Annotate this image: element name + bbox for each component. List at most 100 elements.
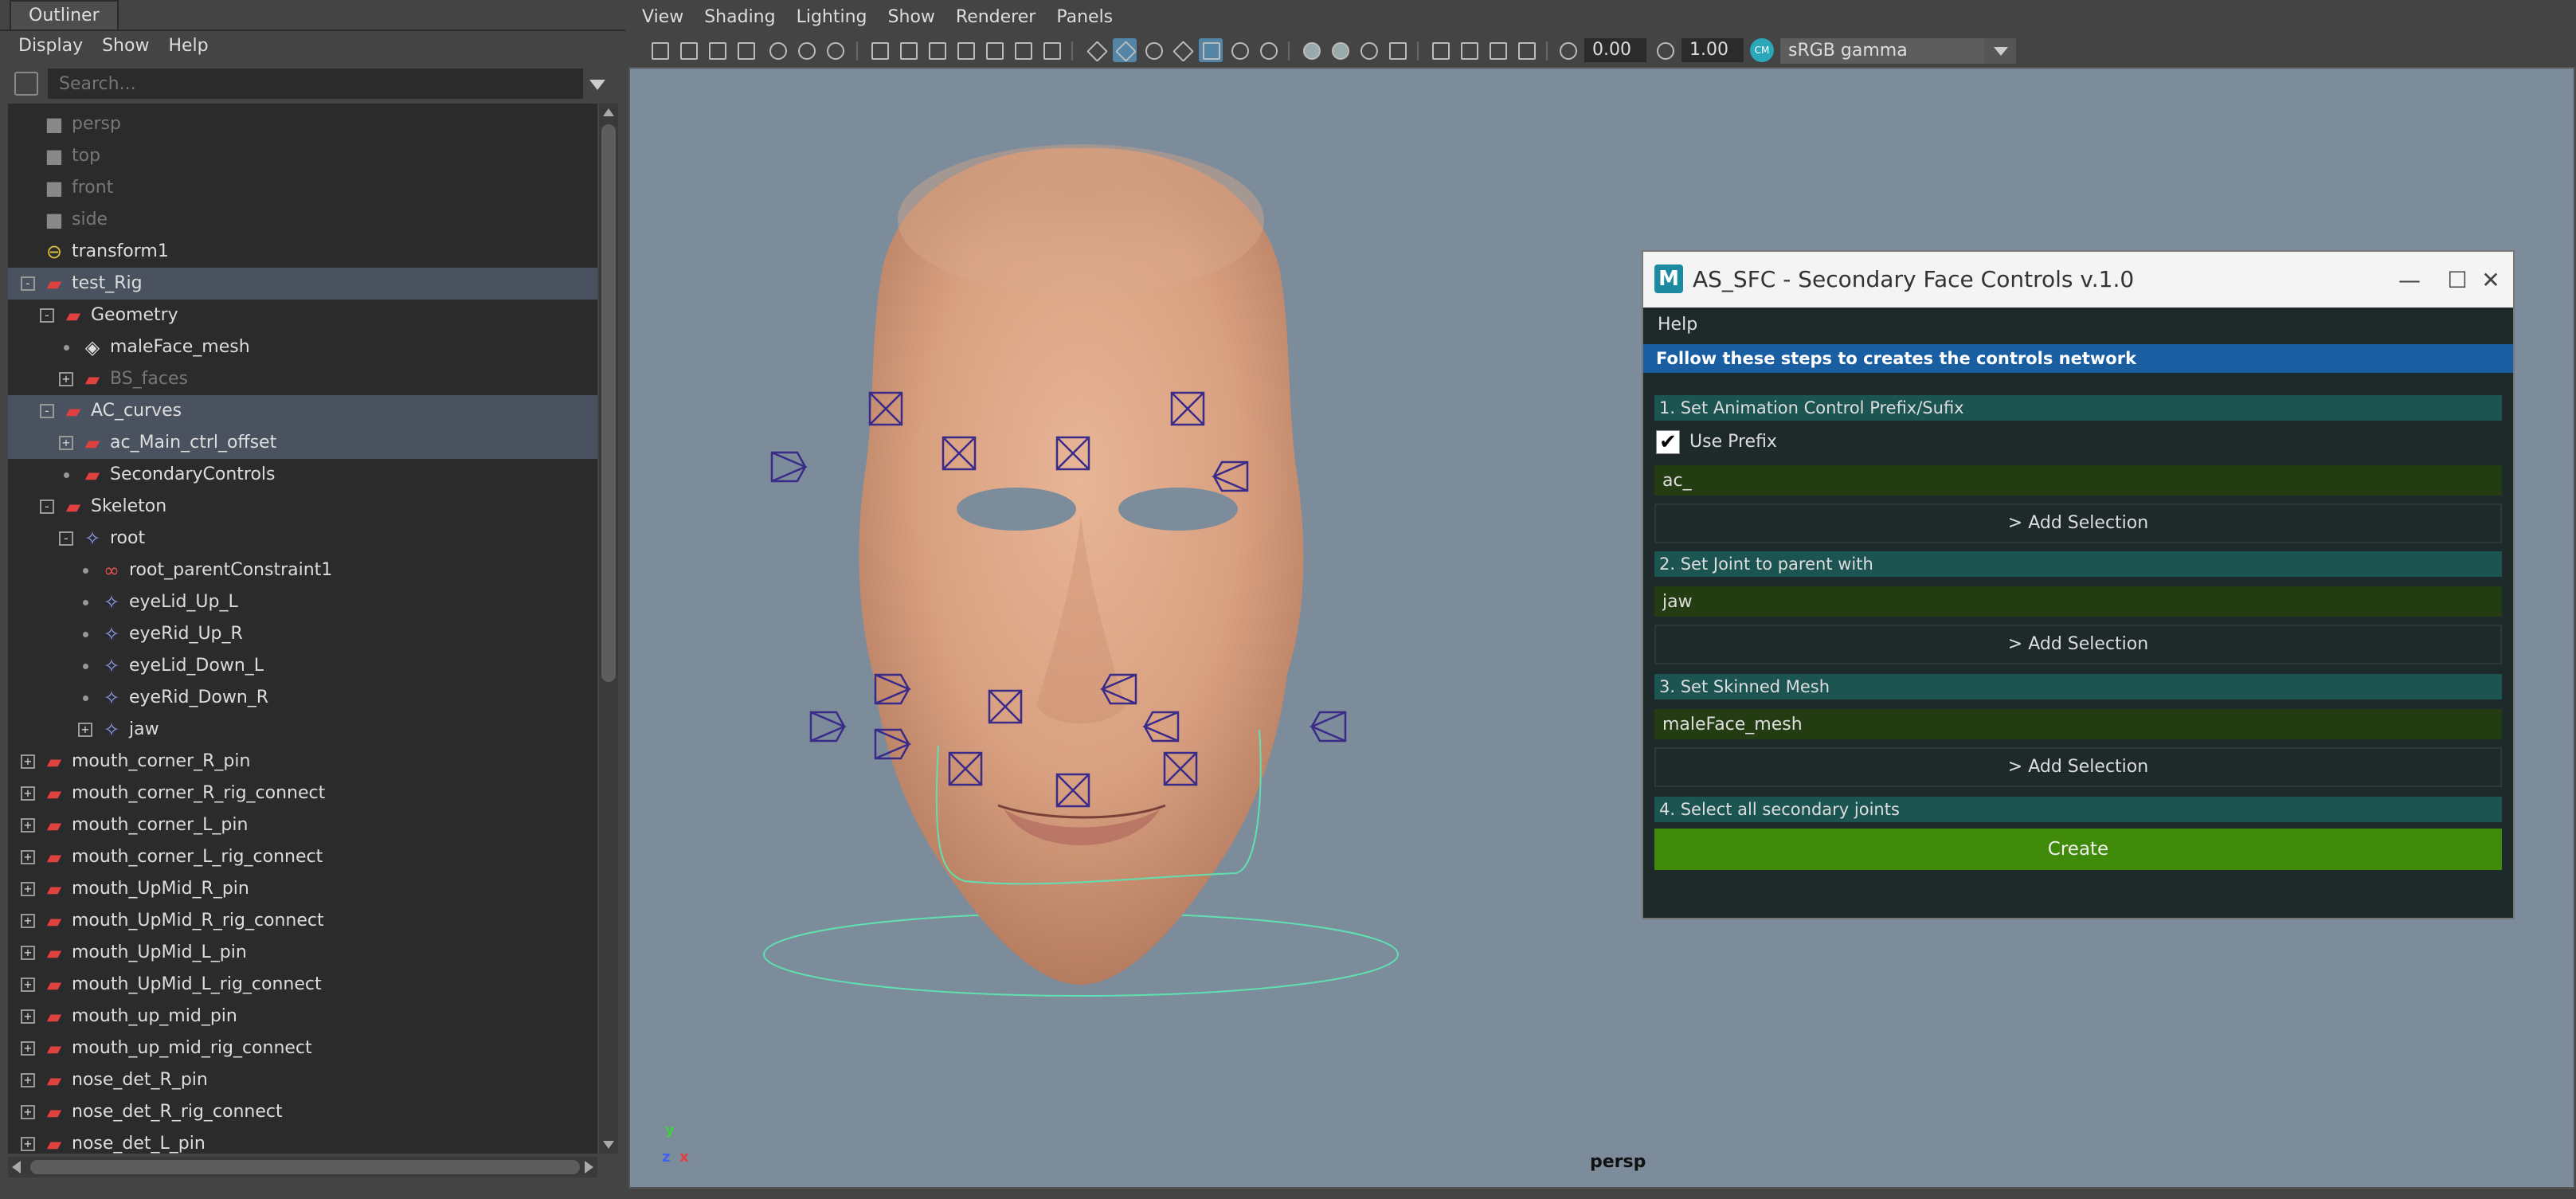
joint-field[interactable]	[1654, 586, 2502, 617]
menu-panels[interactable]: Panels	[1047, 0, 1122, 35]
image-plane-icon[interactable]	[734, 38, 758, 62]
collapse-icon[interactable]: -	[21, 276, 35, 291]
pen-icon[interactable]	[823, 38, 847, 62]
tree-row[interactable]: + mouth_UpMid_R_rig_connect	[8, 905, 597, 937]
tree-row[interactable]: + nose_det_R_rig_connect	[8, 1096, 597, 1128]
use-prefix-checkbox[interactable]: ✔	[1656, 430, 1680, 454]
tree-row[interactable]: eyeRid_Down_R	[8, 682, 597, 714]
camera-attributes-icon[interactable]	[676, 38, 700, 62]
expand-icon[interactable]: +	[21, 754, 35, 769]
mesh-field[interactable]	[1654, 709, 2502, 739]
tree-row[interactable]: top	[8, 140, 597, 172]
collapse-icon[interactable]: -	[40, 500, 54, 514]
resolution-gate-icon[interactable]	[925, 38, 949, 62]
dialog-titlebar[interactable]: M AS_SFC - Secondary Face Controls v.1.0…	[1643, 252, 2513, 308]
scroll-right-icon[interactable]	[585, 1161, 593, 1174]
shadows-icon[interactable]	[1256, 38, 1280, 62]
tree-row[interactable]: eyeLid_Down_L	[8, 650, 597, 682]
xray-active-icon[interactable]	[1486, 38, 1509, 62]
tree-row[interactable]: + jaw	[8, 714, 597, 746]
tree-row[interactable]: front	[8, 172, 597, 204]
expand-icon[interactable]: +	[21, 914, 35, 928]
xray-joints-icon[interactable]	[1514, 38, 1538, 62]
tree-row[interactable]: persp	[8, 108, 597, 140]
collapse-icon[interactable]: -	[59, 531, 73, 546]
create-button[interactable]: Create	[1654, 829, 2502, 870]
chevron-down-icon[interactable]	[1984, 38, 2016, 64]
safe-action-icon[interactable]	[1011, 38, 1035, 62]
tree-row[interactable]: - root	[8, 523, 597, 554]
color-space-select[interactable]: sRGB gamma	[1780, 38, 2016, 64]
tree-row[interactable]: root_parentConstraint1	[8, 554, 597, 586]
collapse-icon[interactable]: -	[40, 308, 54, 323]
bookmarks-icon[interactable]	[705, 38, 729, 62]
wireframe-on-shaded-icon[interactable]	[1170, 38, 1194, 62]
menu-lighting[interactable]: Lighting	[788, 0, 876, 35]
scroll-thumb-horizontal[interactable]	[30, 1160, 580, 1174]
menu-shading[interactable]: Shading	[695, 0, 784, 35]
tree-row[interactable]: + nose_det_L_pin	[8, 1128, 597, 1154]
exposure-icon[interactable]	[1556, 38, 1580, 62]
tree-row[interactable]: - test_Rig	[8, 268, 597, 300]
menu-display[interactable]: Display	[11, 31, 90, 61]
scroll-up-icon[interactable]	[603, 108, 614, 116]
add-selection-button-3[interactable]: > Add Selection	[1654, 747, 2502, 787]
expand-icon[interactable]: +	[21, 818, 35, 833]
tree-row[interactable]: - AC_curves	[8, 395, 597, 427]
color-management-icon[interactable]: CM	[1750, 38, 1774, 62]
select-camera-icon[interactable]	[648, 38, 671, 62]
tree-row[interactable]: - Skeleton	[8, 491, 597, 523]
menu-show[interactable]: Show	[95, 31, 156, 61]
tree-row[interactable]: maleFace_mesh	[8, 331, 597, 363]
smooth-shade-icon[interactable]	[1113, 38, 1137, 62]
filter-icon[interactable]	[14, 72, 38, 96]
tree-row[interactable]: + mouth_UpMid_L_pin	[8, 937, 597, 969]
tree-row[interactable]: SecondaryControls	[8, 459, 597, 491]
expand-icon[interactable]: +	[21, 1009, 35, 1024]
tree-row[interactable]: + mouth_corner_L_rig_connect	[8, 841, 597, 873]
tree-row[interactable]: + mouth_corner_R_rig_connect	[8, 778, 597, 809]
menu-help[interactable]: Help	[161, 31, 215, 61]
prefix-field[interactable]	[1654, 465, 2502, 496]
scroll-thumb[interactable]	[601, 124, 616, 682]
motion-blur-icon[interactable]	[1328, 38, 1352, 62]
outliner-horizontal-scrollbar[interactable]	[8, 1157, 597, 1177]
expand-icon[interactable]: +	[21, 850, 35, 864]
expand-icon[interactable]: +	[21, 1073, 35, 1087]
expand-icon[interactable]: +	[21, 786, 35, 801]
tree-row[interactable]: eyeRid_Up_R	[8, 618, 597, 650]
expand-icon[interactable]: +	[78, 723, 92, 737]
ambient-occlusion-icon[interactable]	[1299, 38, 1323, 62]
safe-title-icon[interactable]	[1039, 38, 1063, 62]
film-gate-icon[interactable]	[896, 38, 920, 62]
add-selection-button-2[interactable]: > Add Selection	[1654, 625, 2502, 664]
search-dropdown-icon[interactable]	[589, 80, 605, 90]
expand-icon[interactable]: +	[21, 946, 35, 960]
tree-row[interactable]: + mouth_UpMid_L_rig_connect	[8, 969, 597, 1001]
expand-icon[interactable]: +	[59, 372, 73, 386]
scroll-left-icon[interactable]	[12, 1161, 21, 1174]
expand-icon[interactable]: +	[21, 1105, 35, 1119]
exposure-field[interactable]: 0.00	[1584, 38, 1646, 62]
tree-row[interactable]: + mouth_up_mid_rig_connect	[8, 1032, 597, 1064]
add-selection-button-1[interactable]: > Add Selection	[1654, 504, 2502, 543]
tree-row[interactable]: transform1	[8, 236, 597, 268]
field-chart-icon[interactable]	[982, 38, 1006, 62]
minimize-icon[interactable]: —	[2394, 264, 2425, 296]
gate-mask-icon[interactable]	[953, 38, 977, 62]
isolate-select-icon[interactable]	[1428, 38, 1452, 62]
dialog-menu-help[interactable]: Help	[1658, 308, 1697, 343]
close-icon[interactable]: ✕	[2468, 264, 2513, 296]
2d-pan-zoom-icon[interactable]	[794, 38, 818, 62]
expand-icon[interactable]: +	[21, 1137, 35, 1151]
tree-row[interactable]: + nose_det_R_pin	[8, 1064, 597, 1096]
expand-icon[interactable]: +	[21, 882, 35, 896]
scroll-down-icon[interactable]	[603, 1141, 614, 1149]
tree-row[interactable]: side	[8, 204, 597, 236]
menu-show-viewport[interactable]: Show	[879, 0, 944, 35]
grid-icon[interactable]	[867, 38, 891, 62]
tree-row[interactable]: + mouth_UpMid_R_pin	[8, 873, 597, 905]
tree-row[interactable]: + ac_Main_ctrl_offset	[8, 427, 597, 459]
default-material-icon[interactable]	[1141, 38, 1165, 62]
textured-icon[interactable]	[1199, 38, 1223, 62]
